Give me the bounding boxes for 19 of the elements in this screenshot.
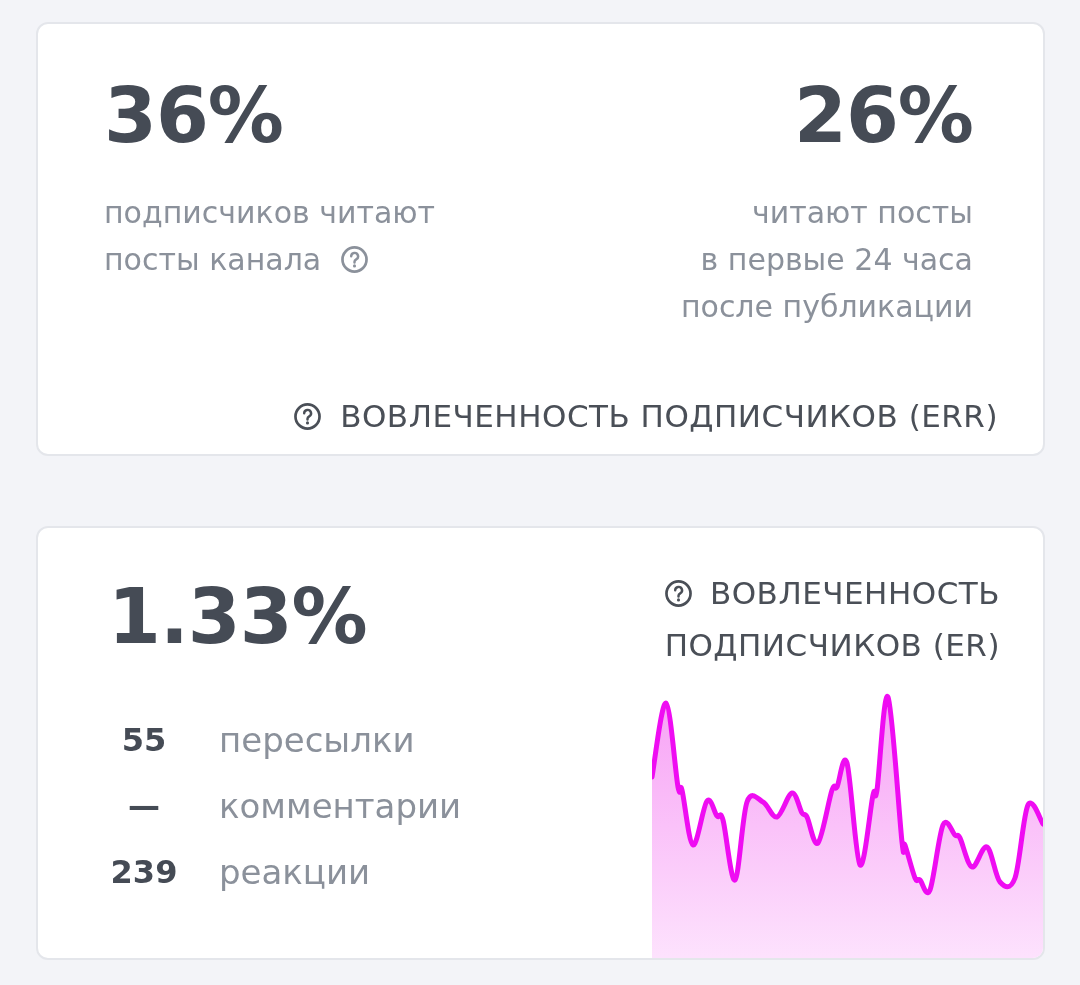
metric-count: 55 xyxy=(120,721,168,759)
stat-description: подписчиков читают xyxy=(104,195,436,230)
help-icon[interactable] xyxy=(294,402,322,430)
stat-description: в первые 24 часа xyxy=(700,242,973,277)
metric-label: реакции xyxy=(219,852,371,892)
metric-count: — xyxy=(127,787,161,825)
engagement-rate-value: 1.33% xyxy=(108,579,367,655)
metric-label: комментарии xyxy=(219,786,462,826)
metric-count: 239 xyxy=(109,853,179,891)
metric-title: ВОВЛЕЧЕННОСТЬ xyxy=(709,575,1000,611)
metric-title: ВОВЛЕЧЕННОСТЬ ПОДПИСЧИКОВ (ERR) xyxy=(340,397,998,436)
help-icon[interactable] xyxy=(664,579,692,607)
stat-description: после публикации xyxy=(680,289,973,324)
metric-title: ПОДПИСЧИКОВ (ER) xyxy=(664,627,1000,663)
stat-value: 26% xyxy=(794,78,973,154)
stat-description: посты канала xyxy=(104,242,322,277)
stat-value: 36% xyxy=(104,78,283,154)
stat-description: читают посты xyxy=(752,195,973,230)
metric-label: пересылки xyxy=(219,720,415,760)
